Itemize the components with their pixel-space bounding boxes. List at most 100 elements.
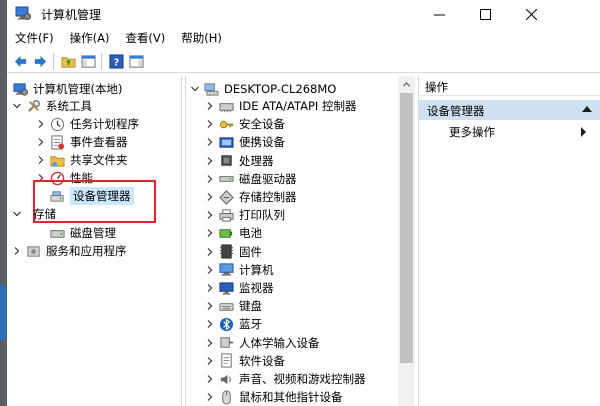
chevron-right-icon[interactable] <box>205 265 215 275</box>
close-button[interactable] <box>508 0 554 28</box>
device-category-mouse[interactable]: 鼠标和其他指针设备 <box>205 388 343 406</box>
chevron-right-icon[interactable] <box>205 392 215 402</box>
device-category-hid[interactable]: 人体学输入设备 <box>205 334 320 352</box>
tree-event-viewer[interactable]: 事件查看器 <box>36 133 128 151</box>
background-desktop-strip <box>0 0 7 406</box>
storage-controller-icon <box>218 189 234 205</box>
show-hide-action-pane-button[interactable] <box>127 52 145 70</box>
chevron-right-icon[interactable] <box>205 101 215 111</box>
device-category-disk-drive[interactable]: 磁盘驱动器 <box>205 170 297 188</box>
bluetooth-icon <box>218 316 234 332</box>
forward-button[interactable] <box>31 52 49 70</box>
help-button[interactable]: ? <box>107 52 125 70</box>
tree-storage[interactable]: 存储 <box>12 205 56 223</box>
collapse-triangle-icon[interactable] <box>582 106 592 112</box>
device-category-label: 软件设备 <box>239 353 285 368</box>
device-category-printer[interactable]: 打印队列 <box>205 206 285 224</box>
chevron-down-icon[interactable] <box>12 209 22 219</box>
chevron-right-icon[interactable] <box>36 119 46 129</box>
more-actions-link[interactable]: 更多操作 <box>449 124 495 140</box>
chevron-right-icon[interactable] <box>205 374 215 384</box>
device-category-label: 键盘 <box>239 299 262 314</box>
chevron-right-icon[interactable] <box>205 338 215 348</box>
menu-view[interactable]: 查看(V) <box>117 28 173 48</box>
clock-icon <box>49 116 65 132</box>
device-tree-root[interactable]: DESKTOP-CL268MO <box>190 80 336 98</box>
tree-root-computer-management[interactable]: 计算机管理(本地) <box>12 80 122 98</box>
chevron-right-icon[interactable] <box>205 301 215 311</box>
tree-disk-management[interactable]: 磁盘管理 <box>49 224 116 242</box>
menu-action[interactable]: 操作(A) <box>62 28 118 48</box>
device-category-sound[interactable]: 声音、视频和游戏控制器 <box>205 370 366 388</box>
device-category-label: IDE ATA/ATAPI 控制器 <box>239 99 357 113</box>
window-title: 计算机管理 <box>41 8 102 22</box>
tree-task-scheduler[interactable]: 任务计划程序 <box>36 115 139 133</box>
device-category-monitor[interactable]: 监视器 <box>205 279 274 297</box>
maximize-button[interactable] <box>462 0 508 28</box>
computer-management-window: 计算机管理 文件(F) 操作(A) 查看(V) 帮助(H) ? 计算机管理(本地… <box>0 0 600 406</box>
action-pane-icon <box>128 54 144 68</box>
device-category-computer[interactable]: 计算机 <box>205 261 274 279</box>
chevron-right-icon[interactable] <box>205 174 215 184</box>
chevron-right-icon[interactable] <box>205 156 215 166</box>
chevron-right-icon[interactable] <box>205 119 215 129</box>
computer-icon <box>218 262 234 278</box>
chevron-right-icon[interactable] <box>205 210 215 220</box>
device-category-keyboard[interactable]: 键盘 <box>205 297 262 315</box>
device-category-battery[interactable]: 电池 <box>205 224 262 242</box>
device-category-label: 鼠标和其他指针设备 <box>239 390 343 405</box>
device-category-label: 处理器 <box>239 153 274 168</box>
tools-icon <box>25 98 41 114</box>
actions-section-device-manager[interactable]: 设备管理器 <box>419 100 600 120</box>
device-category-label: 打印队列 <box>239 208 285 223</box>
device-category-label: 声音、视频和游戏控制器 <box>239 372 366 386</box>
device-category-bluetooth[interactable]: 蓝牙 <box>205 315 262 333</box>
chevron-right-icon[interactable] <box>205 137 215 147</box>
shared-folder-icon <box>49 152 65 168</box>
device-category-portable-device[interactable]: 便携设备 <box>205 133 285 151</box>
vertical-scrollbar[interactable] <box>398 76 415 406</box>
chevron-right-icon[interactable] <box>36 155 46 165</box>
device-category-software-device[interactable]: 软件设备 <box>205 352 285 370</box>
scroll-thumb[interactable] <box>400 93 413 363</box>
chevron-right-icon[interactable] <box>205 247 215 257</box>
chevron-right-icon[interactable] <box>36 137 46 147</box>
tree-system-tools[interactable]: 系统工具 <box>12 97 92 115</box>
device-category-firmware[interactable]: 固件 <box>205 243 262 261</box>
tree-services-and-apps[interactable]: 服务和应用程序 <box>12 242 127 260</box>
monitor-icon <box>218 280 234 296</box>
chevron-down-icon[interactable] <box>12 101 22 111</box>
device-category-security-device[interactable]: 安全设备 <box>205 115 285 133</box>
up-level-button[interactable] <box>59 52 77 70</box>
chevron-down-icon[interactable] <box>190 84 200 94</box>
chevron-right-icon[interactable] <box>205 283 215 293</box>
close-icon <box>525 8 537 20</box>
chevron-right-icon[interactable] <box>205 356 215 366</box>
device-category-label: 人体学输入设备 <box>239 335 320 350</box>
submenu-arrow-icon[interactable] <box>581 127 586 137</box>
chevron-right-icon[interactable] <box>205 228 215 238</box>
security-device-icon <box>218 116 234 132</box>
device-category-ide-controller[interactable]: IDE ATA/ATAPI 控制器 <box>205 97 356 115</box>
menu-file[interactable]: 文件(F) <box>7 28 62 48</box>
computer-management-icon <box>15 6 31 20</box>
back-button[interactable] <box>11 52 29 70</box>
show-hide-tree-button[interactable] <box>79 52 97 70</box>
arrow-left-icon <box>14 55 26 67</box>
maximize-icon <box>479 8 491 20</box>
tree-shared-folders[interactable]: 共享文件夹 <box>36 151 128 169</box>
chevron-right-icon[interactable] <box>12 246 22 256</box>
minimize-button[interactable] <box>416 0 462 28</box>
svg-text:?: ? <box>113 57 118 68</box>
scroll-up-button[interactable] <box>398 76 415 93</box>
chevron-right-icon[interactable] <box>205 192 215 202</box>
device-category-label: 存储控制器 <box>239 190 297 204</box>
device-category-processor[interactable]: 处理器 <box>205 152 274 170</box>
mouse-icon <box>218 389 234 405</box>
menu-help[interactable]: 帮助(H) <box>173 28 230 48</box>
actions-pane: 操作 设备管理器 更多操作 <box>418 76 600 406</box>
device-category-storage-controller[interactable]: 存储控制器 <box>205 188 297 206</box>
firmware-icon <box>218 244 234 260</box>
chevron-right-icon[interactable] <box>205 319 215 329</box>
menu-bar: 文件(F) 操作(A) 查看(V) 帮助(H) <box>7 28 600 48</box>
